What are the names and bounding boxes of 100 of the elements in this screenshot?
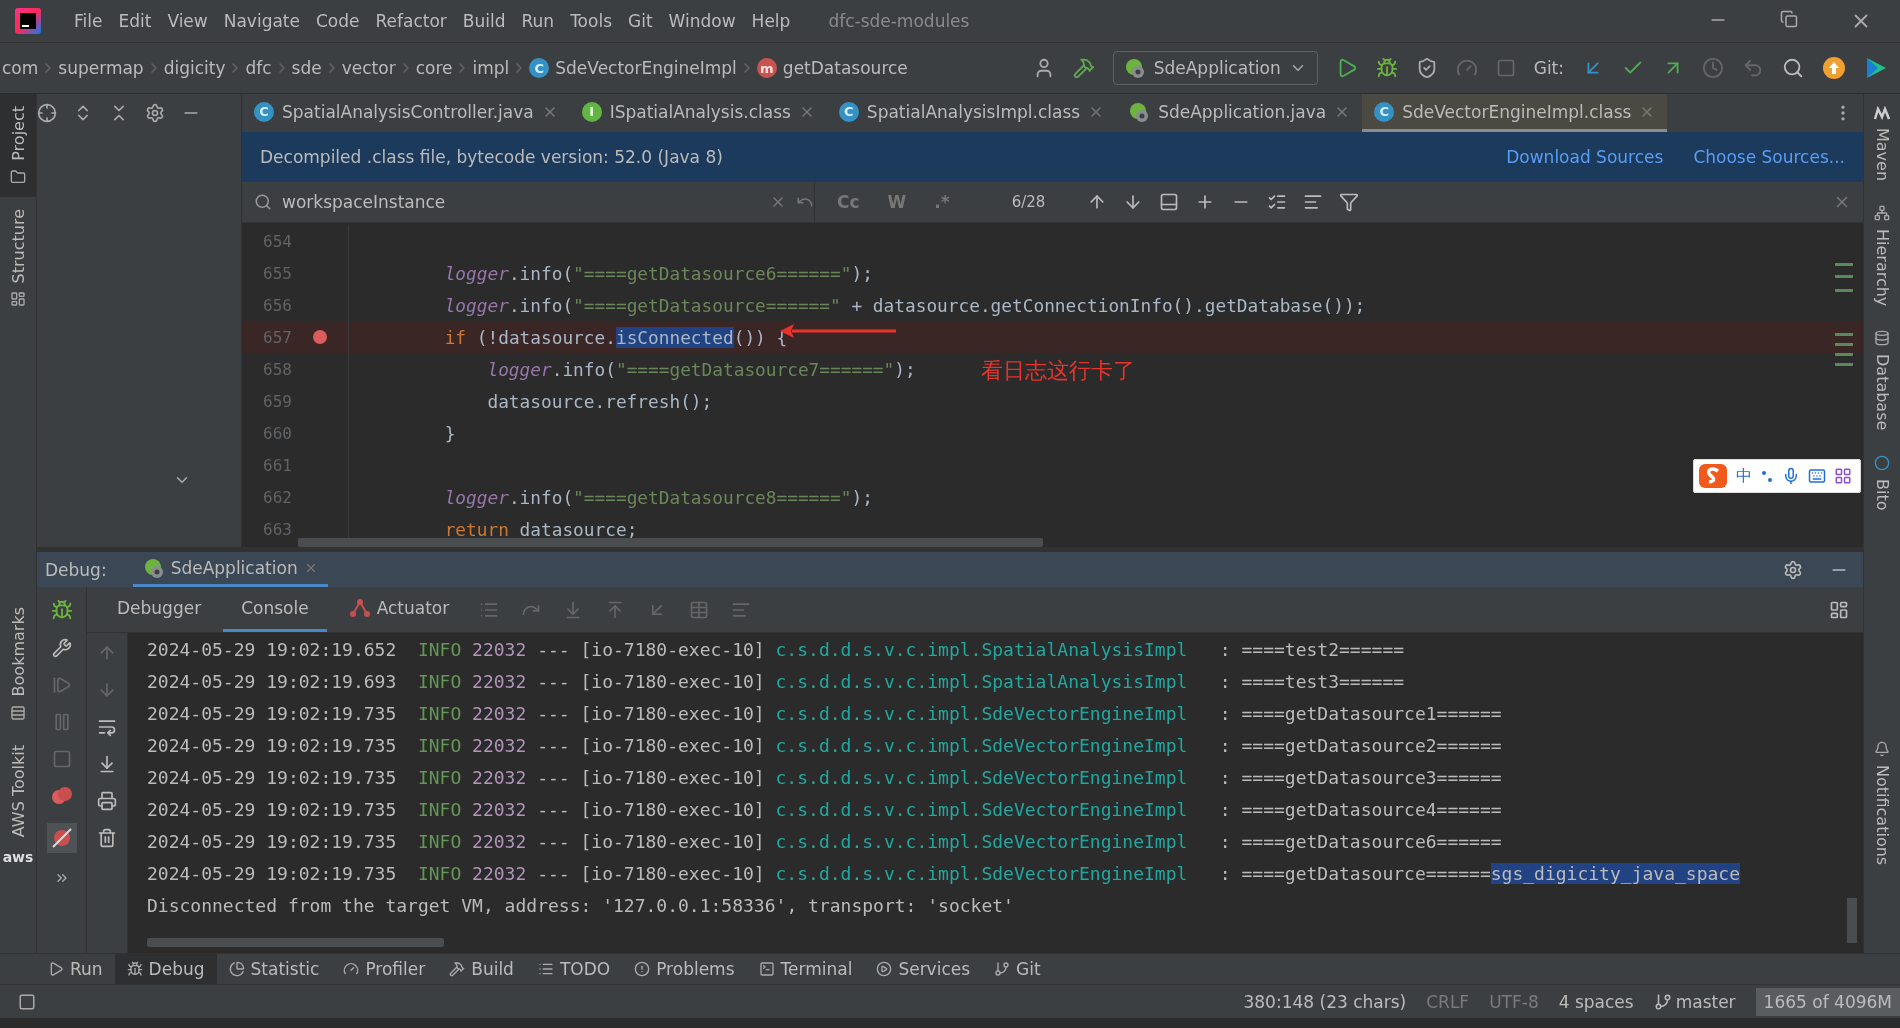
tool-window-button[interactable]: Build — [437, 954, 526, 984]
scroll-to-end-icon[interactable] — [97, 754, 117, 774]
console-line: 2024-05-29 19:02:19.735 INFO 22032 --- [io-7180-exec-10] c.s.d.d.s.v.c.impl.SdeVectorEngineImpl : ====getDatasource======sgs_digicity_java_space — [147, 861, 1740, 886]
breadcrumb[interactable]: dfc — [243, 58, 274, 78]
keyboard-icon[interactable] — [1808, 467, 1826, 485]
aws-logo[interactable]: aws — [2, 849, 34, 865]
settings-icon[interactable] — [1783, 559, 1803, 580]
breadcrumb[interactable]: vector — [339, 58, 398, 78]
mute-breakpoints-icon[interactable] — [46, 823, 77, 853]
toggle-occurrences-icon[interactable] — [1267, 192, 1288, 212]
menu-item[interactable]: Help — [743, 7, 799, 35]
tool-window-button[interactable]: Git — [982, 954, 1053, 984]
ime-toolbar[interactable]: 中 — [1693, 459, 1861, 493]
banner-link[interactable]: Download Sources — [1506, 147, 1664, 167]
menu-item[interactable]: Edit — [110, 7, 160, 35]
menu-item[interactable]: Window — [660, 7, 744, 35]
options-icon[interactable] — [1303, 192, 1324, 212]
settings-icon[interactable] — [145, 103, 165, 123]
wrench-icon[interactable] — [51, 638, 72, 658]
filter-icon[interactable] — [1339, 192, 1360, 212]
git-branch[interactable]: master — [1675, 991, 1736, 1012]
line-number: 660 — [262, 423, 292, 443]
class-icon: C — [1374, 101, 1395, 122]
menu-item[interactable]: Code — [308, 7, 368, 35]
search-field[interactable]: workspaceInstance — [282, 190, 760, 214]
menu-item[interactable]: Run — [513, 7, 563, 35]
menu-item[interactable]: File — [66, 7, 111, 35]
layout-icon[interactable] — [1829, 599, 1849, 620]
plugin-logo-icon[interactable] — [1864, 56, 1888, 80]
editor-tab[interactable]: I ISpatialAnalysis.class — [569, 94, 827, 132]
indent-setting[interactable]: 4 spaces — [1558, 991, 1634, 1012]
search-icon[interactable] — [1782, 57, 1804, 79]
breadcrumb[interactable]: supermap — [56, 58, 146, 78]
editor-tab[interactable]: SdeApplication.java — [1116, 94, 1363, 132]
side-tool-tab[interactable]: Project — [0, 94, 36, 197]
punctuation-icon[interactable] — [1760, 468, 1774, 484]
debug-tab[interactable]: Actuator — [330, 587, 468, 632]
breadcrumb[interactable]: digicity — [161, 58, 228, 78]
breakpoint-icon[interactable] — [312, 329, 328, 345]
memory-indicator[interactable]: 1665 of 4096M — [1755, 987, 1900, 1016]
app-logo-icon[interactable] — [14, 7, 42, 35]
side-tool-tab[interactable]: Database — [1864, 318, 1900, 443]
panel-toggle-icon[interactable] — [18, 992, 36, 1011]
menu-item[interactable]: Navigate — [215, 7, 308, 35]
soft-wrap-icon[interactable] — [97, 717, 117, 737]
menu-item[interactable]: View — [159, 7, 216, 35]
hammer-icon[interactable] — [1072, 57, 1095, 79]
side-tool-tab[interactable]: AWS Toolkit — [0, 732, 36, 849]
menu-item[interactable]: Refactor — [367, 7, 455, 35]
breadcrumb[interactable]: core — [413, 58, 455, 78]
run-config-dropdown[interactable]: SdeApplication — [1112, 51, 1318, 85]
debug-tab[interactable]: Debugger — [99, 587, 220, 632]
banner-link[interactable]: Choose Sources... — [1693, 147, 1845, 167]
ime-mode[interactable]: 中 — [1736, 465, 1752, 487]
microphone-icon[interactable] — [1782, 467, 1800, 485]
tool-window-button[interactable]: Debug — [114, 954, 217, 984]
debug-icon[interactable] — [1375, 57, 1398, 79]
tool-window-button[interactable]: TODO — [525, 954, 623, 984]
select-all-icon[interactable] — [1159, 192, 1180, 212]
side-tool-tab[interactable]: Hierarchy — [1864, 193, 1900, 319]
editor-tab[interactable]: C SdeVectorEngineImpl.class — [1362, 94, 1668, 132]
breadcrumb[interactable]: m getDatasource — [754, 58, 910, 78]
scrollbar-thumb[interactable] — [298, 538, 1043, 547]
side-tool-tab[interactable]: Bookmarks — [0, 595, 36, 733]
menu-item[interactable]: Tools — [562, 7, 620, 35]
breakpoints-icon[interactable] — [50, 786, 73, 806]
crosshair-icon[interactable] — [37, 103, 57, 123]
update-icon[interactable] — [1822, 56, 1846, 80]
tool-window-button[interactable]: Run — [36, 954, 115, 984]
restore-icon[interactable] — [1780, 10, 1798, 28]
side-tool-tab[interactable]: Structure — [0, 196, 36, 320]
tool-window-button[interactable]: Profiler — [331, 954, 438, 984]
menu-item[interactable]: Build — [454, 7, 514, 35]
breadcrumb[interactable]: impl — [470, 58, 512, 78]
editor-tab[interactable]: C SpatialAnalysisController.java — [242, 94, 570, 132]
debug-icon[interactable] — [50, 599, 73, 621]
breadcrumb[interactable]: C SdeVectorEngineImpl — [527, 58, 739, 78]
scrollbar-thumb[interactable] — [147, 938, 444, 947]
line-number: 657 — [262, 327, 292, 347]
debug-icon — [126, 961, 143, 977]
caret-position[interactable]: 380:148 (23 chars) — [1243, 991, 1407, 1012]
bito-icon — [1874, 454, 1890, 471]
clear-icon[interactable] — [97, 828, 117, 848]
menu-item[interactable]: Git — [620, 7, 661, 35]
print-icon[interactable] — [97, 791, 117, 811]
side-tool-tab[interactable]: Bito — [1864, 442, 1900, 523]
tool-window-button[interactable]: Services — [864, 954, 983, 984]
terminal-icon — [758, 961, 775, 977]
services-icon — [876, 961, 893, 977]
grid-icon[interactable] — [1834, 467, 1852, 485]
tool-window-button[interactable]: Terminal — [746, 954, 865, 984]
breadcrumb[interactable]: sde — [289, 58, 324, 78]
breadcrumb[interactable]: com — [0, 58, 41, 78]
side-tool-tab[interactable]: Notifications — [1864, 728, 1900, 877]
spring-app-icon — [142, 557, 165, 579]
scrollbar-thumb[interactable] — [1847, 898, 1857, 943]
tool-window-button[interactable]: Statistic — [216, 954, 332, 984]
editor-tab[interactable]: C SpatialAnalysisImpl.class — [826, 94, 1117, 132]
tool-window-button[interactable]: Problems — [622, 954, 747, 984]
side-tool-tab[interactable]: Maven — [1864, 94, 1900, 194]
